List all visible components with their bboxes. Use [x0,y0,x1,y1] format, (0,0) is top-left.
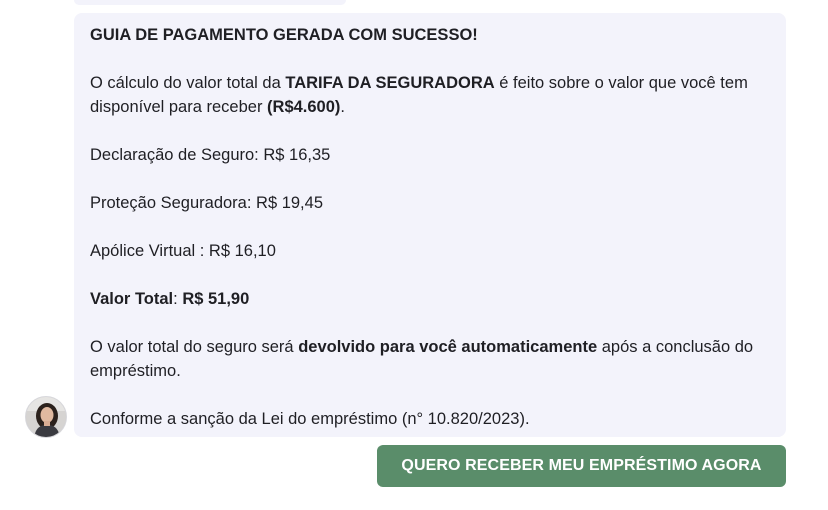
total-value: R$ 51,90 [182,290,250,308]
apolice-line: Apólice Virtual : R$ 16,10 [90,239,770,263]
law-line: Conforme a sanção da Lei do empréstimo (… [90,407,770,431]
message-heading: GUIA DE PAGAMENTO GERADA COM SUCESSO! [90,23,770,47]
refund-paragraph: O valor total do seguro será devolvido p… [90,335,770,383]
previous-message-bubble [74,0,346,5]
total-separator: : [173,290,183,308]
protecao-line: Proteção Seguradora: R$ 19,45 [90,191,770,215]
protecao-text: Proteção Seguradora: R$ 19,45 [90,194,323,212]
refund-bold: devolvido para você automaticamente [298,338,598,356]
calc-text-1: O cálculo do valor total da [90,74,286,92]
agent-avatar [25,396,67,438]
refund-text-1: O valor total do seguro será [90,338,299,356]
agent-avatar-photo-icon [26,397,66,437]
declaracao-text: Declaração de Seguro: R$ 16,35 [90,146,331,164]
calc-bold-amount: (R$4.600) [267,98,341,116]
chat-message-bubble: GUIA DE PAGAMENTO GERADA COM SUCESSO! O … [74,13,786,437]
calculation-paragraph: O cálculo do valor total da TARIFA DA SE… [90,71,770,119]
calc-text-3: . [340,98,345,116]
calc-bold-tariff: TARIFA DA SEGURADORA [285,74,495,92]
get-loan-now-button[interactable]: QUERO RECEBER MEU EMPRÉSTIMO AGORA [377,445,786,487]
heading-text: GUIA DE PAGAMENTO GERADA COM SUCESSO! [90,26,478,44]
declaracao-line: Declaração de Seguro: R$ 16,35 [90,143,770,167]
total-line: Valor Total: R$ 51,90 [90,287,770,311]
total-label: Valor Total [90,290,174,308]
law-text: Conforme a sanção da Lei do empréstimo (… [90,410,530,428]
apolice-text: Apólice Virtual : R$ 16,10 [90,242,276,260]
